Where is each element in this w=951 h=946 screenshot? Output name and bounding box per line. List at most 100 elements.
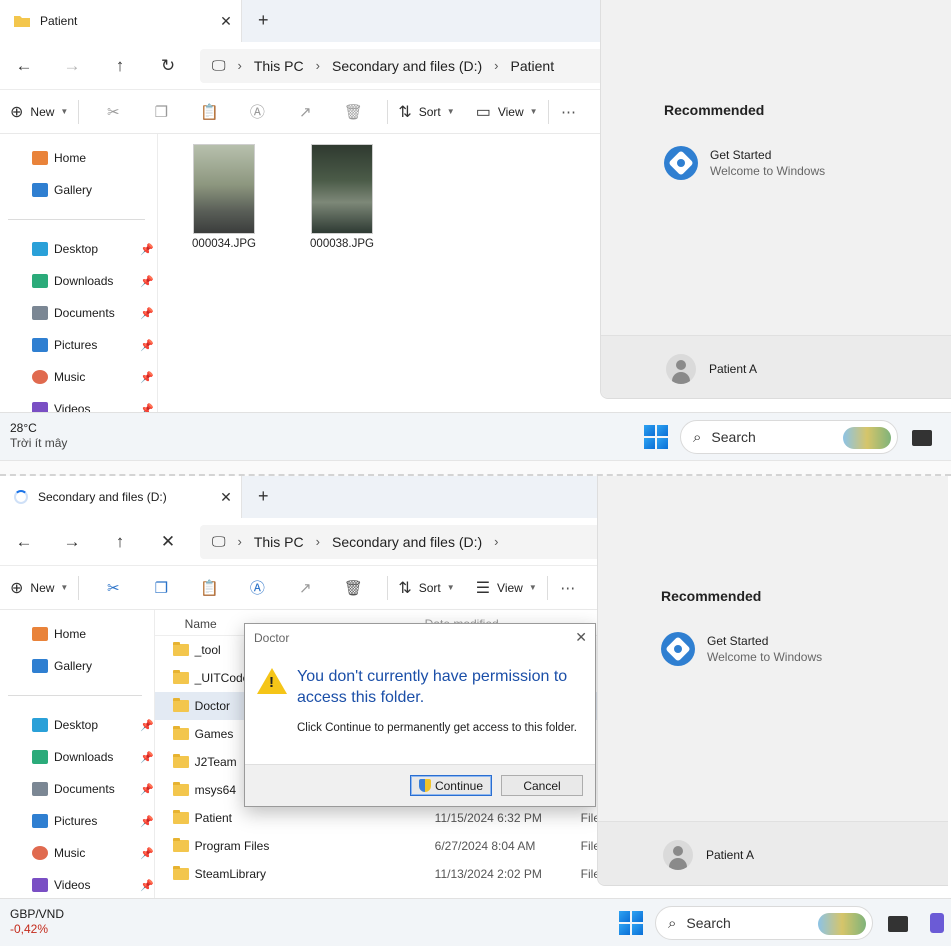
stop-loading-icon[interactable]: ✕ <box>144 532 192 552</box>
up-icon[interactable]: ↑ <box>96 56 144 76</box>
start-button-windows-icon[interactable] <box>619 911 643 935</box>
breadcrumb-this-pc[interactable]: This PC <box>254 58 304 74</box>
stock-widget[interactable]: GBP/VND -0,42% <box>10 907 64 937</box>
sidebar-item-label: Desktop <box>54 242 99 256</box>
pin-icon[interactable]: 📌 <box>140 847 154 860</box>
user-account-button[interactable]: Patient A <box>666 354 757 384</box>
paste-icon[interactable]: 📋 <box>185 103 233 121</box>
new-tab-icon[interactable]: + <box>258 486 269 507</box>
back-icon[interactable]: ← <box>0 532 48 552</box>
pin-icon[interactable]: 📌 <box>140 815 154 828</box>
view-label: View <box>497 580 523 595</box>
tab-patient[interactable]: Patient ✕ <box>0 0 242 42</box>
taskbar-app-icon[interactable] <box>930 913 944 933</box>
address-bar[interactable]: 🖵 › This PC › Secondary and files (D:) ›… <box>200 48 600 83</box>
copy-icon[interactable]: ❐ <box>137 103 185 121</box>
sidebar-item-gallery[interactable]: Gallery <box>0 174 157 206</box>
taskbar-search-box[interactable]: ⌕ Search <box>655 906 873 940</box>
taskbar-app-icon[interactable] <box>912 430 932 446</box>
chevron-down-icon: ▼ <box>60 107 69 116</box>
close-tab-icon[interactable]: ✕ <box>211 489 241 506</box>
breadcrumb-drive[interactable]: Secondary and files (D:) <box>332 58 482 74</box>
list-item[interactable]: SteamLibrary 11/13/2024 2:02 PM File <box>155 860 600 888</box>
pin-icon[interactable]: 📌 <box>140 879 154 892</box>
sidebar-item-documents[interactable]: Documents 📌 <box>0 297 157 329</box>
tab-drive[interactable]: Secondary and files (D:) ✕ <box>0 476 242 518</box>
pin-icon[interactable]: 📌 <box>140 783 154 796</box>
sidebar-item-label: Gallery <box>54 659 93 673</box>
copy-icon[interactable]: ❐ <box>137 579 185 597</box>
sidebar-item-gallery[interactable]: Gallery <box>0 650 154 682</box>
taskbar-app-icon[interactable] <box>888 916 908 932</box>
recommended-item-get-started[interactable]: Get Started Welcome to Windows <box>664 146 825 180</box>
start-button-windows-icon[interactable] <box>644 425 668 449</box>
pin-icon[interactable]: 📌 <box>140 275 154 288</box>
rename-icon[interactable]: Ⓐ <box>233 101 281 122</box>
share-icon[interactable]: ↗ <box>281 103 329 121</box>
back-icon[interactable]: ← <box>0 56 48 76</box>
sort-button[interactable]: ⇅ Sort ▼ <box>398 578 454 598</box>
cut-icon[interactable]: ✂ <box>89 579 137 597</box>
pin-icon[interactable]: 📌 <box>140 719 154 732</box>
sidebar-item-label: Documents <box>54 782 115 796</box>
app-name: Get Started <box>707 634 769 648</box>
pin-icon[interactable]: 📌 <box>140 243 154 256</box>
folder-icon <box>172 754 189 768</box>
refresh-icon[interactable]: ↻ <box>144 56 192 76</box>
new-button[interactable]: ⊕ New ▼ <box>10 102 68 122</box>
up-icon[interactable]: ↑ <box>96 532 144 552</box>
close-icon[interactable]: ✕ <box>575 629 587 646</box>
item-date: 11/15/2024 6:32 PM <box>434 811 542 825</box>
sidebar-item-home[interactable]: Home <box>0 142 157 174</box>
sidebar-item-home[interactable]: Home <box>0 618 154 650</box>
new-button[interactable]: ⊕ New ▼ <box>10 578 68 598</box>
address-bar[interactable]: 🖵 › This PC › Secondary and files (D:) › <box>200 524 600 559</box>
pin-icon[interactable]: 📌 <box>140 371 154 384</box>
rename-icon[interactable]: Ⓐ <box>233 577 281 598</box>
breadcrumb-this-pc[interactable]: This PC <box>254 534 304 550</box>
breadcrumb-drive[interactable]: Secondary and files (D:) <box>332 534 482 550</box>
file-item[interactable]: 000038.JPG <box>307 144 377 250</box>
sidebar-item-music[interactable]: Music 📌 <box>0 837 154 869</box>
view-button[interactable]: ☰ View ▼ <box>476 578 537 598</box>
sidebar-item-desktop[interactable]: Desktop 📌 <box>0 709 154 741</box>
sidebar-item-desktop[interactable]: Desktop 📌 <box>0 233 157 265</box>
delete-icon[interactable]: 🗑 <box>329 579 377 597</box>
more-options-icon[interactable]: ⋯ <box>559 103 579 121</box>
weather-widget[interactable]: 28°C Trời ít mây <box>10 421 67 451</box>
taskbar: GBP/VND -0,42% ⌕ Search <box>0 898 951 946</box>
new-tab-icon[interactable]: + <box>258 10 269 31</box>
file-item[interactable]: 000034.JPG <box>189 144 259 250</box>
sidebar-item-documents[interactable]: Documents 📌 <box>0 773 154 805</box>
sidebar-item-videos[interactable]: Videos 📌 <box>0 869 154 901</box>
forward-icon[interactable]: → <box>48 532 96 552</box>
recommended-item-get-started[interactable]: Get Started Welcome to Windows <box>661 632 822 666</box>
forward-icon[interactable]: → <box>48 56 96 76</box>
view-button[interactable]: ▭ View ▼ <box>476 102 538 122</box>
sort-button[interactable]: ⇅ Sort ▼ <box>398 102 454 122</box>
sidebar-item-pictures[interactable]: Pictures 📌 <box>0 329 157 361</box>
music-icon <box>32 370 48 384</box>
continue-button[interactable]: Continue <box>410 775 492 796</box>
close-tab-icon[interactable]: ✕ <box>211 13 241 30</box>
pin-icon[interactable]: 📌 <box>140 307 154 320</box>
more-options-icon[interactable]: ⋯ <box>558 579 578 597</box>
taskbar-search-box[interactable]: ⌕ Search <box>680 420 898 454</box>
list-item[interactable]: Patient 11/15/2024 6:32 PM File <box>155 804 600 832</box>
list-item[interactable]: Program Files 6/27/2024 8:04 AM File <box>155 832 600 860</box>
share-icon[interactable]: ↗ <box>281 579 329 597</box>
sidebar-item-downloads[interactable]: Downloads 📌 <box>0 741 154 773</box>
navigation-bar: ← → ↑ ↻ 🖵 › This PC › Secondary and file… <box>0 42 600 90</box>
sidebar-item-downloads[interactable]: Downloads 📌 <box>0 265 157 297</box>
sidebar-item-music[interactable]: Music 📌 <box>0 361 157 393</box>
pin-icon[interactable]: 📌 <box>140 751 154 764</box>
cut-icon[interactable]: ✂ <box>89 103 137 121</box>
cancel-button[interactable]: Cancel <box>501 775 583 796</box>
paste-icon[interactable]: 📋 <box>185 579 233 597</box>
user-account-button[interactable]: Patient A <box>663 840 754 870</box>
delete-icon[interactable]: 🗑 <box>329 103 377 121</box>
pin-icon[interactable]: 📌 <box>140 339 154 352</box>
sidebar-item-pictures[interactable]: Pictures 📌 <box>0 805 154 837</box>
breadcrumb-folder[interactable]: Patient <box>511 58 555 74</box>
get-started-icon <box>664 146 698 180</box>
